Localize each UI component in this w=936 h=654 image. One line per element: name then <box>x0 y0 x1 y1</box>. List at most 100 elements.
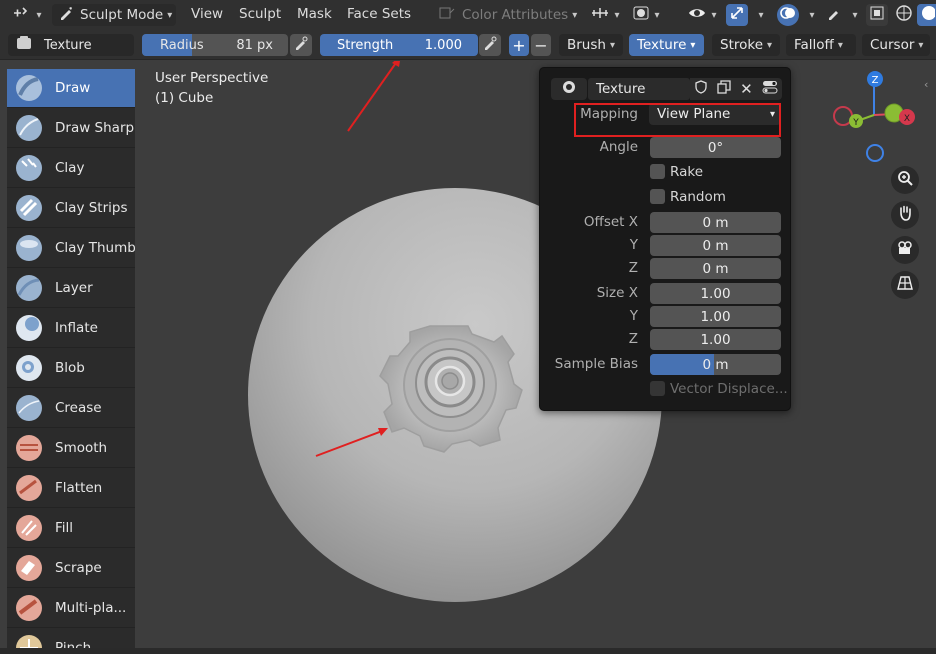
shading-icon <box>632 5 650 25</box>
strength-pressure-toggle[interactable] <box>479 34 501 56</box>
radius-pressure-toggle[interactable] <box>290 34 312 56</box>
tool-fill[interactable]: Fill <box>7 509 135 548</box>
radius-field[interactable]: Radius 81 px <box>142 34 288 56</box>
tool-flatten[interactable]: Flatten <box>7 469 135 508</box>
size-x-field[interactable]: 1.00 <box>650 283 781 304</box>
viewport-shading-dropdown[interactable]: ▾ <box>845 4 861 26</box>
solid-shading-button[interactable] <box>917 4 936 26</box>
angle-field[interactable]: 0° <box>650 137 781 158</box>
offset-z-label: Z <box>628 260 638 276</box>
tool-label: Clay Thumb <box>55 240 135 256</box>
tool-layer[interactable]: Layer <box>7 269 135 308</box>
gizmo-dropdown[interactable]: ▾ <box>750 4 768 26</box>
size-x-label: Size X <box>596 285 638 301</box>
perspective-toggle-button[interactable] <box>891 271 919 299</box>
duplicate-icon[interactable] <box>717 80 731 98</box>
menu-view[interactable]: View <box>191 6 223 22</box>
brush-selector[interactable]: Texture <box>8 34 134 56</box>
tool-scrape[interactable]: Scrape <box>7 549 135 588</box>
random-checkbox[interactable] <box>650 189 665 204</box>
size-z-field[interactable]: 1.00 <box>650 329 781 350</box>
brush-menu[interactable]: Brush ▾ <box>559 34 623 56</box>
visibility-button[interactable]: ▾ <box>683 4 721 26</box>
sidebar-toggle-chevron-icon[interactable]: ‹ <box>924 78 928 91</box>
tool-clay-strips[interactable]: Clay Strips <box>7 189 135 228</box>
scrape-brush-icon <box>16 555 42 581</box>
chevron-down-icon: ▾ <box>758 9 764 21</box>
tool-inflate[interactable]: Inflate <box>7 309 135 348</box>
wireframe-sphere-icon <box>895 4 913 26</box>
brush-name: Texture <box>44 37 92 53</box>
xray-toggle[interactable] <box>866 4 888 26</box>
overlay-dropdown[interactable]: ▾ <box>801 4 819 26</box>
editor-type-button[interactable]: ▾ <box>8 4 46 26</box>
sample-bias-field[interactable]: 0 m <box>650 354 781 375</box>
texture-menu-label: Texture <box>637 37 687 53</box>
offset-z-field[interactable]: 0 m <box>650 258 781 279</box>
clay-brush-icon <box>16 155 42 181</box>
color-attributes-dropdown[interactable]: Color Attributes ▾ <box>438 4 578 26</box>
crease-brush-icon <box>16 395 42 421</box>
symmetry-button[interactable]: ▾ <box>587 4 623 26</box>
tool-multiplane-scrape[interactable]: Multi-pla... <box>7 589 135 628</box>
3d-viewport[interactable]: Z Y X <box>0 61 936 650</box>
chevron-down-icon: ▾ <box>918 39 924 51</box>
size-y-label: Y <box>629 308 638 324</box>
direction-subtract-button[interactable]: − <box>531 34 551 56</box>
tool-draw[interactable]: Draw <box>7 69 135 108</box>
shading-button[interactable]: ▾ <box>627 4 665 26</box>
offset-y-field[interactable]: 0 m <box>650 235 781 256</box>
gizmo-toggle[interactable] <box>726 4 748 26</box>
pan-button[interactable] <box>891 201 919 229</box>
menu-sculpt[interactable]: Sculpt <box>239 6 281 22</box>
pen-pressure-icon <box>294 36 308 54</box>
rake-checkbox[interactable] <box>650 164 665 179</box>
direction-add-button[interactable]: + <box>509 34 529 56</box>
unlink-close-icon[interactable]: ✕ <box>740 80 753 98</box>
offset-x-field[interactable]: 0 m <box>650 212 781 233</box>
texture-menu[interactable]: Texture ▾ <box>629 34 704 56</box>
tool-crease[interactable]: Crease <box>7 389 135 428</box>
navigation-gizmo[interactable]: Z Y X <box>833 71 915 162</box>
menu-face-sets[interactable]: Face Sets <box>347 6 411 22</box>
falloff-menu[interactable]: Falloff ▾ <box>786 34 856 56</box>
size-y-field[interactable]: 1.00 <box>650 306 781 327</box>
texture-preview-button[interactable] <box>551 78 587 100</box>
tool-clay-thumb[interactable]: Clay Thumb <box>7 229 135 268</box>
tool-smooth[interactable]: Smooth <box>7 429 135 468</box>
fill-brush-icon <box>16 515 42 541</box>
mapping-highlight-box <box>574 103 781 137</box>
tool-label: Flatten <box>55 480 103 496</box>
gizmo-x-label: X <box>904 114 910 124</box>
chevron-down-icon: ▾ <box>654 9 660 21</box>
plus-icon: + <box>512 35 526 55</box>
flatten-brush-icon <box>16 475 42 501</box>
zoom-button[interactable] <box>891 166 919 194</box>
stroke-menu[interactable]: Stroke ▾ <box>712 34 780 56</box>
tool-label: Fill <box>55 520 74 536</box>
tool-clay[interactable]: Clay <box>7 149 135 188</box>
tool-draw-sharp[interactable]: Draw Sharp <box>7 109 135 148</box>
editor-type-icon <box>12 5 32 25</box>
color-attributes-label: Color Attributes <box>462 7 569 23</box>
settings-toggle-icon[interactable] <box>762 80 778 98</box>
fake-user-shield-icon[interactable] <box>694 80 708 98</box>
menu-mask[interactable]: Mask <box>297 6 332 22</box>
camera-view-button[interactable] <box>891 236 919 264</box>
wireframe-shading-button[interactable] <box>893 4 915 26</box>
vector-displacement-checkbox[interactable] <box>650 381 665 396</box>
overlay-toggle[interactable] <box>777 4 799 26</box>
tool-label: Draw Sharp <box>55 120 135 136</box>
viewport-shading-edit[interactable] <box>823 4 845 26</box>
inflate-brush-icon <box>16 315 42 341</box>
blob-brush-icon <box>16 355 42 381</box>
mode-dropdown[interactable]: Sculpt Mode ▾ <box>52 4 176 26</box>
texture-name-field[interactable]: Texture <box>588 78 690 100</box>
clay-strips-brush-icon <box>16 195 42 221</box>
stroke-menu-label: Stroke <box>720 37 764 53</box>
cursor-menu[interactable]: Cursor ▾ <box>862 34 930 56</box>
strength-field[interactable]: Strength 1.000 <box>320 34 478 56</box>
sculpt-mode-icon <box>58 5 74 25</box>
tool-label: Clay <box>55 160 85 176</box>
tool-blob[interactable]: Blob <box>7 349 135 388</box>
